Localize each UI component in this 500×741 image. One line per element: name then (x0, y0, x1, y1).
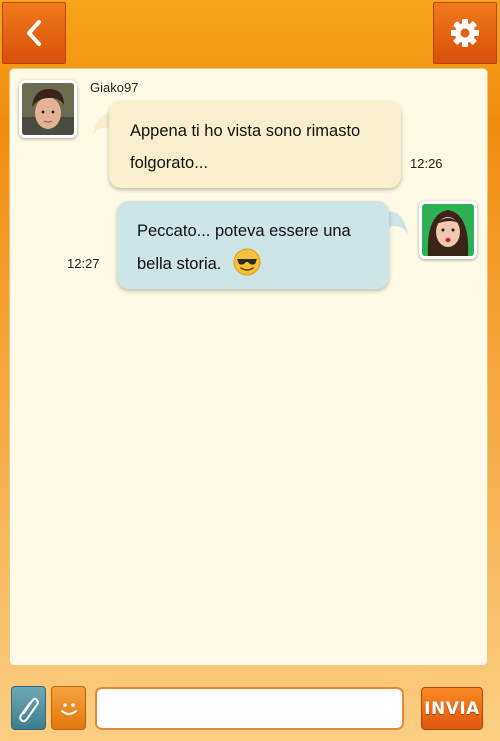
message-bubble-outgoing[interactable]: Peccato... poteva essere una bella stori… (117, 201, 389, 289)
avatar-image (422, 204, 474, 256)
message-time: 12:26 (410, 156, 443, 171)
smiley-icon (60, 703, 77, 715)
settings-button[interactable] (433, 2, 497, 64)
bubble-tail (386, 211, 408, 234)
avatar-own[interactable] (419, 201, 477, 259)
message-bubble-incoming[interactable]: Appena ti ho vista sono rimasto folgorat… (109, 101, 401, 188)
avatar-giako97[interactable] (19, 80, 77, 138)
gear-icon (451, 19, 479, 47)
sender-name: Giako97 (90, 80, 139, 95)
attach-button[interactable] (11, 686, 46, 730)
back-button[interactable] (2, 2, 66, 64)
chevron-left-icon (27, 20, 41, 46)
emoji-button[interactable] (51, 686, 86, 730)
sunglasses-smiley-icon (233, 248, 261, 276)
paperclip-icon (18, 697, 39, 723)
message-input[interactable] (95, 687, 404, 730)
avatar-image (22, 83, 74, 135)
message-time: 12:27 (67, 256, 100, 271)
message-text: Appena ti ho vista sono rimasto folgorat… (130, 122, 361, 172)
send-button[interactable]: INVIA (421, 687, 483, 730)
